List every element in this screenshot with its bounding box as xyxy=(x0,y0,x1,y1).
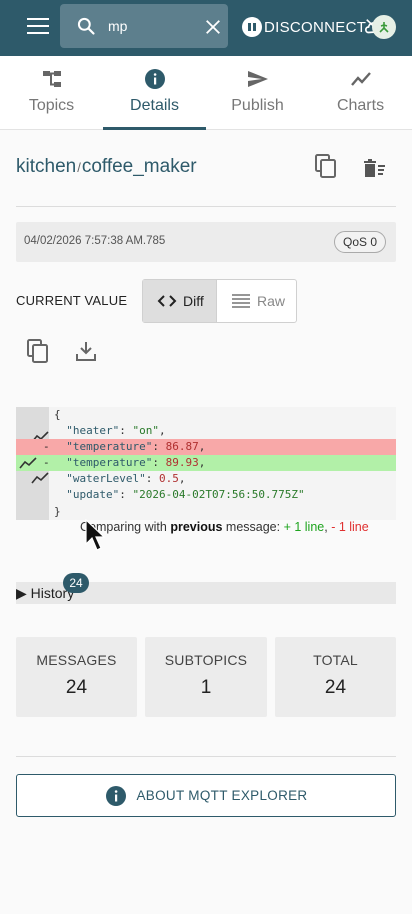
pause-icon xyxy=(242,17,262,37)
search-box[interactable] xyxy=(60,4,228,48)
json-value: 0.5 xyxy=(158,472,179,485)
topic-parent[interactable]: kitchen xyxy=(16,156,76,177)
stat-value: 1 xyxy=(200,677,212,698)
code-icon xyxy=(157,295,177,307)
diff-code-view: { "heater": "on", - "temperature": 86.87… xyxy=(16,407,396,520)
removed-marker: - xyxy=(43,440,50,453)
json-value: 89.93 xyxy=(165,456,199,469)
tab-topics-label: Topics xyxy=(28,97,75,114)
message-meta: 04/02/2026 7:57:38 AM.785 QoS 0 xyxy=(16,222,396,262)
stat-value: 24 xyxy=(324,677,347,698)
json-key: "temperature" xyxy=(66,456,153,469)
stat-value: 24 xyxy=(65,677,88,698)
qos-badge: QoS 0 xyxy=(334,231,387,253)
sparkline-icon[interactable] xyxy=(31,472,49,484)
about-button[interactable]: ABOUT MQTT EXPLORER xyxy=(16,774,396,817)
info-icon xyxy=(145,69,165,89)
history-count-badge: 24 xyxy=(63,573,89,593)
menu-icon[interactable] xyxy=(27,18,49,36)
json-value: "on" xyxy=(132,424,159,437)
diff-line-added: - "temperature": 89.93, xyxy=(16,455,396,471)
lines-icon xyxy=(232,294,250,308)
search-icon xyxy=(77,17,95,35)
lines-removed: - 1 line xyxy=(331,520,369,534)
stat-total: TOTAL 24 xyxy=(275,637,396,717)
tab-charts-label: Charts xyxy=(336,97,385,114)
tab-topics[interactable]: Topics xyxy=(0,56,103,130)
download-icon[interactable] xyxy=(75,340,97,362)
diff-line-removed: - "temperature": 86.87, xyxy=(16,439,396,455)
about-label: ABOUT MQTT EXPLORER xyxy=(136,788,308,803)
diff-label: Diff xyxy=(183,293,204,309)
message-timestamp: 04/02/2026 7:57:38 AM.785 xyxy=(24,235,166,247)
json-value: "2026-04-02T07:56:50.775Z" xyxy=(132,488,305,501)
current-value-label: CURRENT VALUE xyxy=(16,293,128,308)
stat-label: SUBTOPICS xyxy=(164,652,248,668)
tab-details-label: Details xyxy=(130,97,179,114)
topic-name[interactable]: coffee_maker xyxy=(82,156,197,177)
lines-added: + 1 line xyxy=(283,520,325,534)
chart-line-icon xyxy=(351,72,371,86)
diff-summary: Comparing with previous message: + 1 lin… xyxy=(80,520,369,534)
tab-charts[interactable]: Charts xyxy=(309,56,412,130)
avatar[interactable] xyxy=(372,15,396,39)
diff-line: "waterLevel": 0.5, xyxy=(16,471,396,487)
json-key: "heater" xyxy=(66,424,120,437)
search-input[interactable] xyxy=(108,16,198,36)
delete-topic-icon[interactable] xyxy=(362,158,386,178)
stat-label: MESSAGES xyxy=(36,652,117,668)
topic-path: kitchen/coffee_maker xyxy=(16,156,197,178)
stat-subtopics: SUBTOPICS 1 xyxy=(145,637,267,717)
tab-bar: Topics Details Publish Charts xyxy=(0,56,412,130)
sparkline-icon[interactable] xyxy=(19,457,37,469)
json-open-brace: { xyxy=(54,408,61,421)
diff-line: "heater": "on", xyxy=(16,423,396,443)
stat-label: TOTAL xyxy=(313,652,358,668)
view-mode-toggle: Diff Raw xyxy=(142,279,297,323)
divider xyxy=(16,206,396,207)
stat-messages: MESSAGES 24 xyxy=(16,637,137,717)
tab-details[interactable]: Details xyxy=(103,56,206,130)
json-value: 86.87 xyxy=(165,440,199,453)
clear-search-icon[interactable] xyxy=(204,18,222,36)
divider xyxy=(16,756,396,757)
json-close-brace: } xyxy=(54,505,61,518)
json-key: "waterLevel" xyxy=(66,472,146,485)
raw-toggle-button[interactable]: Raw xyxy=(218,280,296,322)
raw-label: Raw xyxy=(257,293,286,309)
mouse-cursor-icon xyxy=(85,519,106,551)
app-bar: DISCONNECT xyxy=(0,0,412,56)
json-key: "temperature" xyxy=(66,440,153,453)
disconnect-label: DISCONNECT xyxy=(264,18,367,36)
send-icon xyxy=(248,71,268,87)
added-marker: - xyxy=(43,456,50,469)
topics-tree-icon xyxy=(43,71,61,87)
copy-value-icon[interactable] xyxy=(27,339,49,363)
active-tab-indicator xyxy=(103,127,206,130)
info-icon xyxy=(105,785,126,806)
topic-separator: / xyxy=(77,160,81,175)
compare-target: previous xyxy=(170,520,223,534)
tab-publish-label: Publish xyxy=(231,97,284,114)
disconnect-button[interactable]: DISCONNECT xyxy=(242,16,366,38)
diff-toggle-button[interactable]: Diff xyxy=(143,280,217,322)
tab-publish[interactable]: Publish xyxy=(206,56,309,130)
diff-line: "update": "2026-04-02T07:56:50.775Z" xyxy=(66,488,305,501)
json-key: "update" xyxy=(66,488,120,501)
copy-topic-icon[interactable] xyxy=(315,154,337,178)
tree-logo-icon xyxy=(379,22,389,33)
